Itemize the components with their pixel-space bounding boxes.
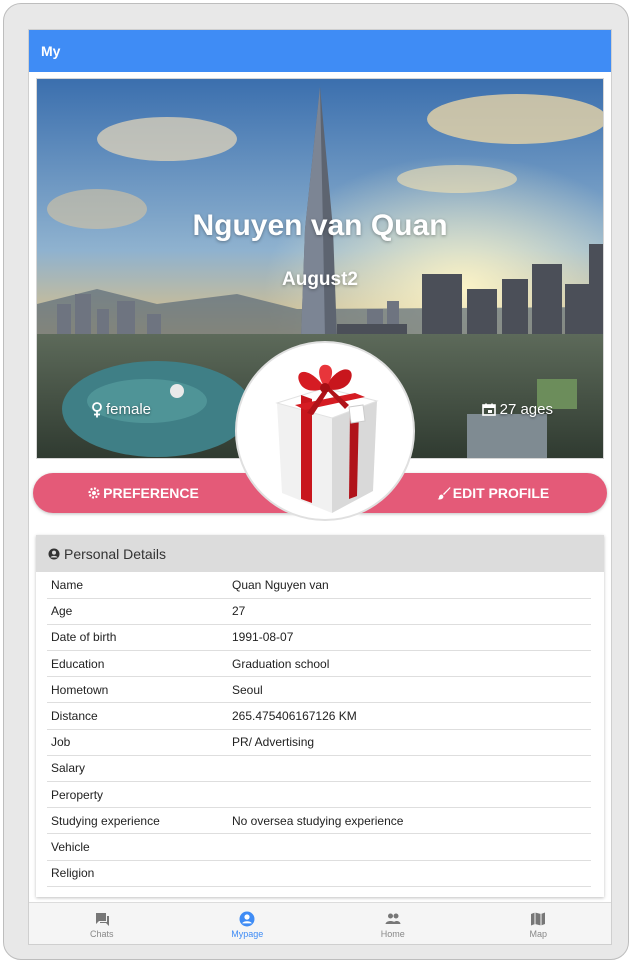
row-label: Date of birth xyxy=(47,624,228,652)
people-icon xyxy=(385,913,401,924)
device-frame: My Nguyen van Quan August2 female 27 age… xyxy=(3,3,629,960)
row-value: Quan Nguyen van xyxy=(228,572,591,599)
table-row: Job PR/ Advertising xyxy=(47,729,591,756)
row-label: Peroperty xyxy=(47,781,228,809)
row-label: Education xyxy=(47,650,228,678)
row-value: 265.475406167126 KM xyxy=(228,702,591,730)
age-label: 27 ages xyxy=(499,401,553,418)
female-icon xyxy=(92,401,102,417)
map-icon xyxy=(531,912,546,925)
row-label: Religion xyxy=(47,860,228,887)
profile-nickname: August2 xyxy=(282,269,358,290)
nav-item-home[interactable]: Home xyxy=(320,903,466,944)
table-row: Vehicle xyxy=(47,833,591,861)
personal-details-card: Personal Details Name Quan Nguyen van Age… xyxy=(36,535,604,897)
nav-label: Mypage xyxy=(231,928,264,939)
nav-label: Chats xyxy=(89,928,114,939)
bottom-navigation: Chats Mypage Home Map xyxy=(29,902,612,944)
table-row: Date of birth 1991-08-07 xyxy=(47,624,591,652)
calendar-icon xyxy=(481,403,496,416)
table-row: Age 27 xyxy=(47,598,591,625)
edit-profile-label: EDIT PROFILE xyxy=(452,485,550,501)
profile-name: Nguyen van Quan xyxy=(192,209,448,242)
user-circle-icon xyxy=(48,548,60,559)
gift-box-image xyxy=(275,364,379,513)
nav-label: Map xyxy=(529,928,547,939)
row-value: 27 xyxy=(228,598,591,625)
nav-item-mypage[interactable]: Mypage xyxy=(175,903,321,944)
table-row: Salary xyxy=(47,755,591,783)
table-row: Hometown Seoul xyxy=(47,676,591,704)
app-header: My xyxy=(29,30,611,72)
gear-icon xyxy=(88,487,100,499)
row-label: Name xyxy=(47,572,228,599)
table-row: Education Graduation school xyxy=(47,650,591,678)
row-value: PR/ Advertising xyxy=(228,729,591,756)
app-screen: My Nguyen van Quan August2 female 27 age… xyxy=(28,29,612,945)
row-value xyxy=(228,781,591,809)
table-row: Studying experience No oversea studying e… xyxy=(47,807,591,835)
details-table: Name Quan Nguyen van Age 27 Date of birth 1… xyxy=(47,572,591,887)
row-value xyxy=(228,833,591,861)
page-title: My xyxy=(41,43,61,59)
row-label: Distance xyxy=(47,702,228,730)
row-value xyxy=(228,860,591,887)
row-label: Vehicle xyxy=(47,833,228,861)
nav-item-map[interactable]: Map xyxy=(466,903,612,944)
row-value: Graduation school xyxy=(228,650,591,678)
preference-label: PREFERENCE xyxy=(103,485,199,501)
table-row: Peroperty xyxy=(47,781,591,809)
row-label: Hometown xyxy=(47,676,228,704)
gender-label: female xyxy=(106,401,152,418)
avatar[interactable] xyxy=(235,341,415,521)
row-value: No oversea studying experience xyxy=(228,807,591,835)
age-info: 27 ages xyxy=(481,401,553,418)
brush-icon xyxy=(437,487,451,500)
row-label: Studying experience xyxy=(47,807,228,835)
personal-details-header: Personal Details xyxy=(36,535,604,572)
row-label: Job xyxy=(47,729,228,756)
row-value: Seoul xyxy=(228,676,591,704)
chat-icon xyxy=(95,912,109,926)
row-label: Salary xyxy=(47,755,228,783)
nav-item-chats[interactable]: Chats xyxy=(29,903,175,944)
row-label: Age xyxy=(47,598,228,625)
row-value xyxy=(228,755,591,783)
personal-details-title: Personal Details xyxy=(64,545,166,562)
row-value: 1991-08-07 xyxy=(228,624,591,652)
table-row: Name Quan Nguyen van xyxy=(47,572,591,599)
table-row: Distance 265.475406167126 KM xyxy=(47,702,591,730)
table-row: Religion xyxy=(47,860,591,887)
account-circle-icon xyxy=(239,911,255,926)
gender-info: female xyxy=(91,401,151,418)
nav-label: Home xyxy=(380,928,405,939)
